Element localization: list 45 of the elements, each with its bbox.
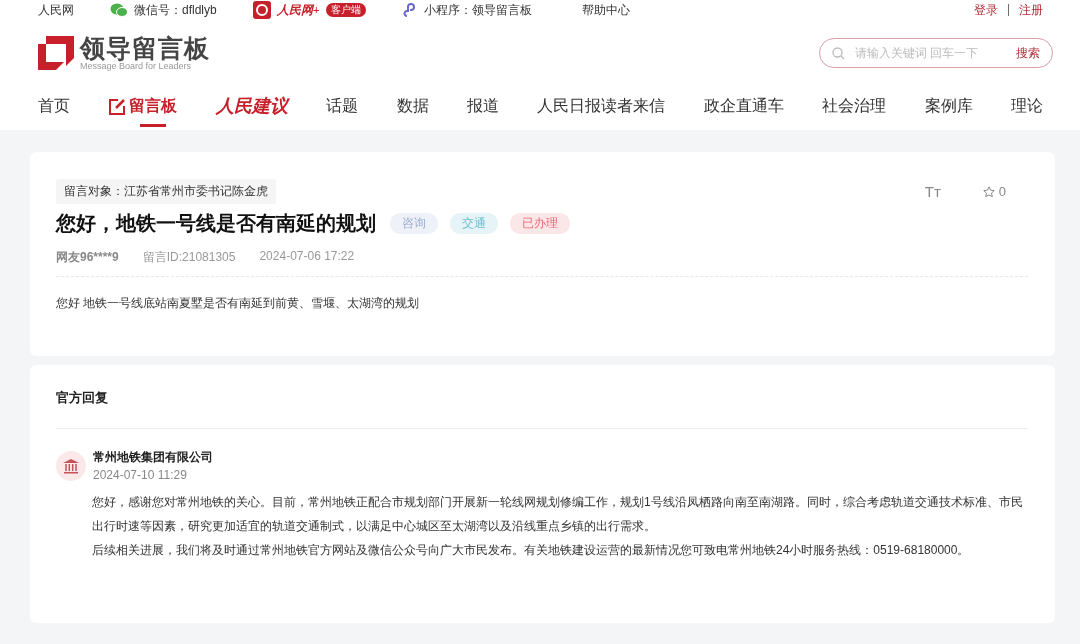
logo-subtitle: Message Board for Leaders (80, 61, 193, 71)
login-link[interactable]: 登录 (973, 1, 998, 19)
nav-tab[interactable]: 话题 (326, 87, 359, 127)
wechat-id: 微信号：dfldlyb (134, 1, 217, 19)
nav-tab[interactable]: 人民建议 (215, 86, 288, 128)
reply-heading: 官方回复 (56, 389, 1028, 429)
org-name: 常州地铁集团有限公司 (93, 449, 213, 466)
nav-tab[interactable]: 报道 (466, 87, 499, 127)
favorite-count: 0 (998, 184, 1006, 199)
nav-tab[interactable]: 理论 (1010, 87, 1043, 127)
search-icon (832, 46, 845, 60)
reply-text: 您好，感谢您对常州地铁的关心。目前，常州地铁正配合市规划部门开展新一轮线网规划修编工作，规划1号线沿凤栖路向南至南湖路。同时，综合考虑轨道交通技术标准、市民出行时速等因素，研究更加适宜的轨道交通制式，以满足中心城区至太湖湾以及沿线重点乡镇的出行需求。 (91, 494, 1024, 535)
search-button[interactable]: 搜索 (1016, 44, 1040, 62)
message-title: 您好，地铁一号线是否有南延的规划 (56, 211, 376, 236)
nav-tab[interactable]: 社会治理 (822, 87, 887, 127)
edit-icon (108, 98, 127, 116)
logo-title: 领导留言板 (80, 35, 210, 61)
site-link[interactable]: 人民网 (38, 1, 74, 19)
app-brand[interactable]: 人民网+ (276, 1, 320, 19)
link-icon (401, 2, 418, 18)
nav-tab[interactable]: 政企直通车 (703, 87, 784, 127)
app-badge: 客户端 (325, 3, 366, 17)
mini-program: 小程序：领导留言板 (423, 1, 532, 19)
message-target: 留言对象：江苏省常州市委书记陈金虎 (56, 179, 276, 204)
logo-icon (38, 36, 74, 70)
nav-tab[interactable]: 数据 (396, 87, 429, 127)
tag: 咨询 (390, 213, 438, 234)
message-id: 留言ID:21081305 (142, 249, 236, 266)
tag: 已办理 (510, 213, 570, 234)
message-body: 您好 地铁一号线底站南夏墅是否有南延到前黄、雪堰、太湖湾的规划 (56, 295, 421, 312)
separator: | (1006, 1, 1010, 18)
nav-tab[interactable]: 案例库 (924, 87, 973, 127)
nav-tab[interactable]: 人民日报读者来信 (537, 87, 666, 127)
reply-text: 后续相关进展，我们将及时通过常州地铁官方网站及微信公众号向广大市民发布。有关地铁建设运营的最新情况您可致电常州地铁24小时服务热线：0519-68180000。 (91, 542, 971, 559)
chat-icon (110, 3, 128, 17)
bank-icon (56, 450, 86, 481)
reply-time: 2024-07-10 11:29 (93, 468, 188, 482)
message-time: 2024-07-06 17:22 (259, 249, 355, 265)
nav-tab[interactable]: 首页 (38, 87, 70, 127)
help-link[interactable]: 帮助中心 (581, 1, 630, 19)
author: 网友96****9 (56, 249, 119, 266)
star-icon[interactable] (982, 185, 995, 198)
register-link[interactable]: 注册 (1019, 1, 1043, 19)
font-size-button[interactable]: Tт (924, 183, 941, 200)
tag: 交通 (450, 213, 498, 234)
